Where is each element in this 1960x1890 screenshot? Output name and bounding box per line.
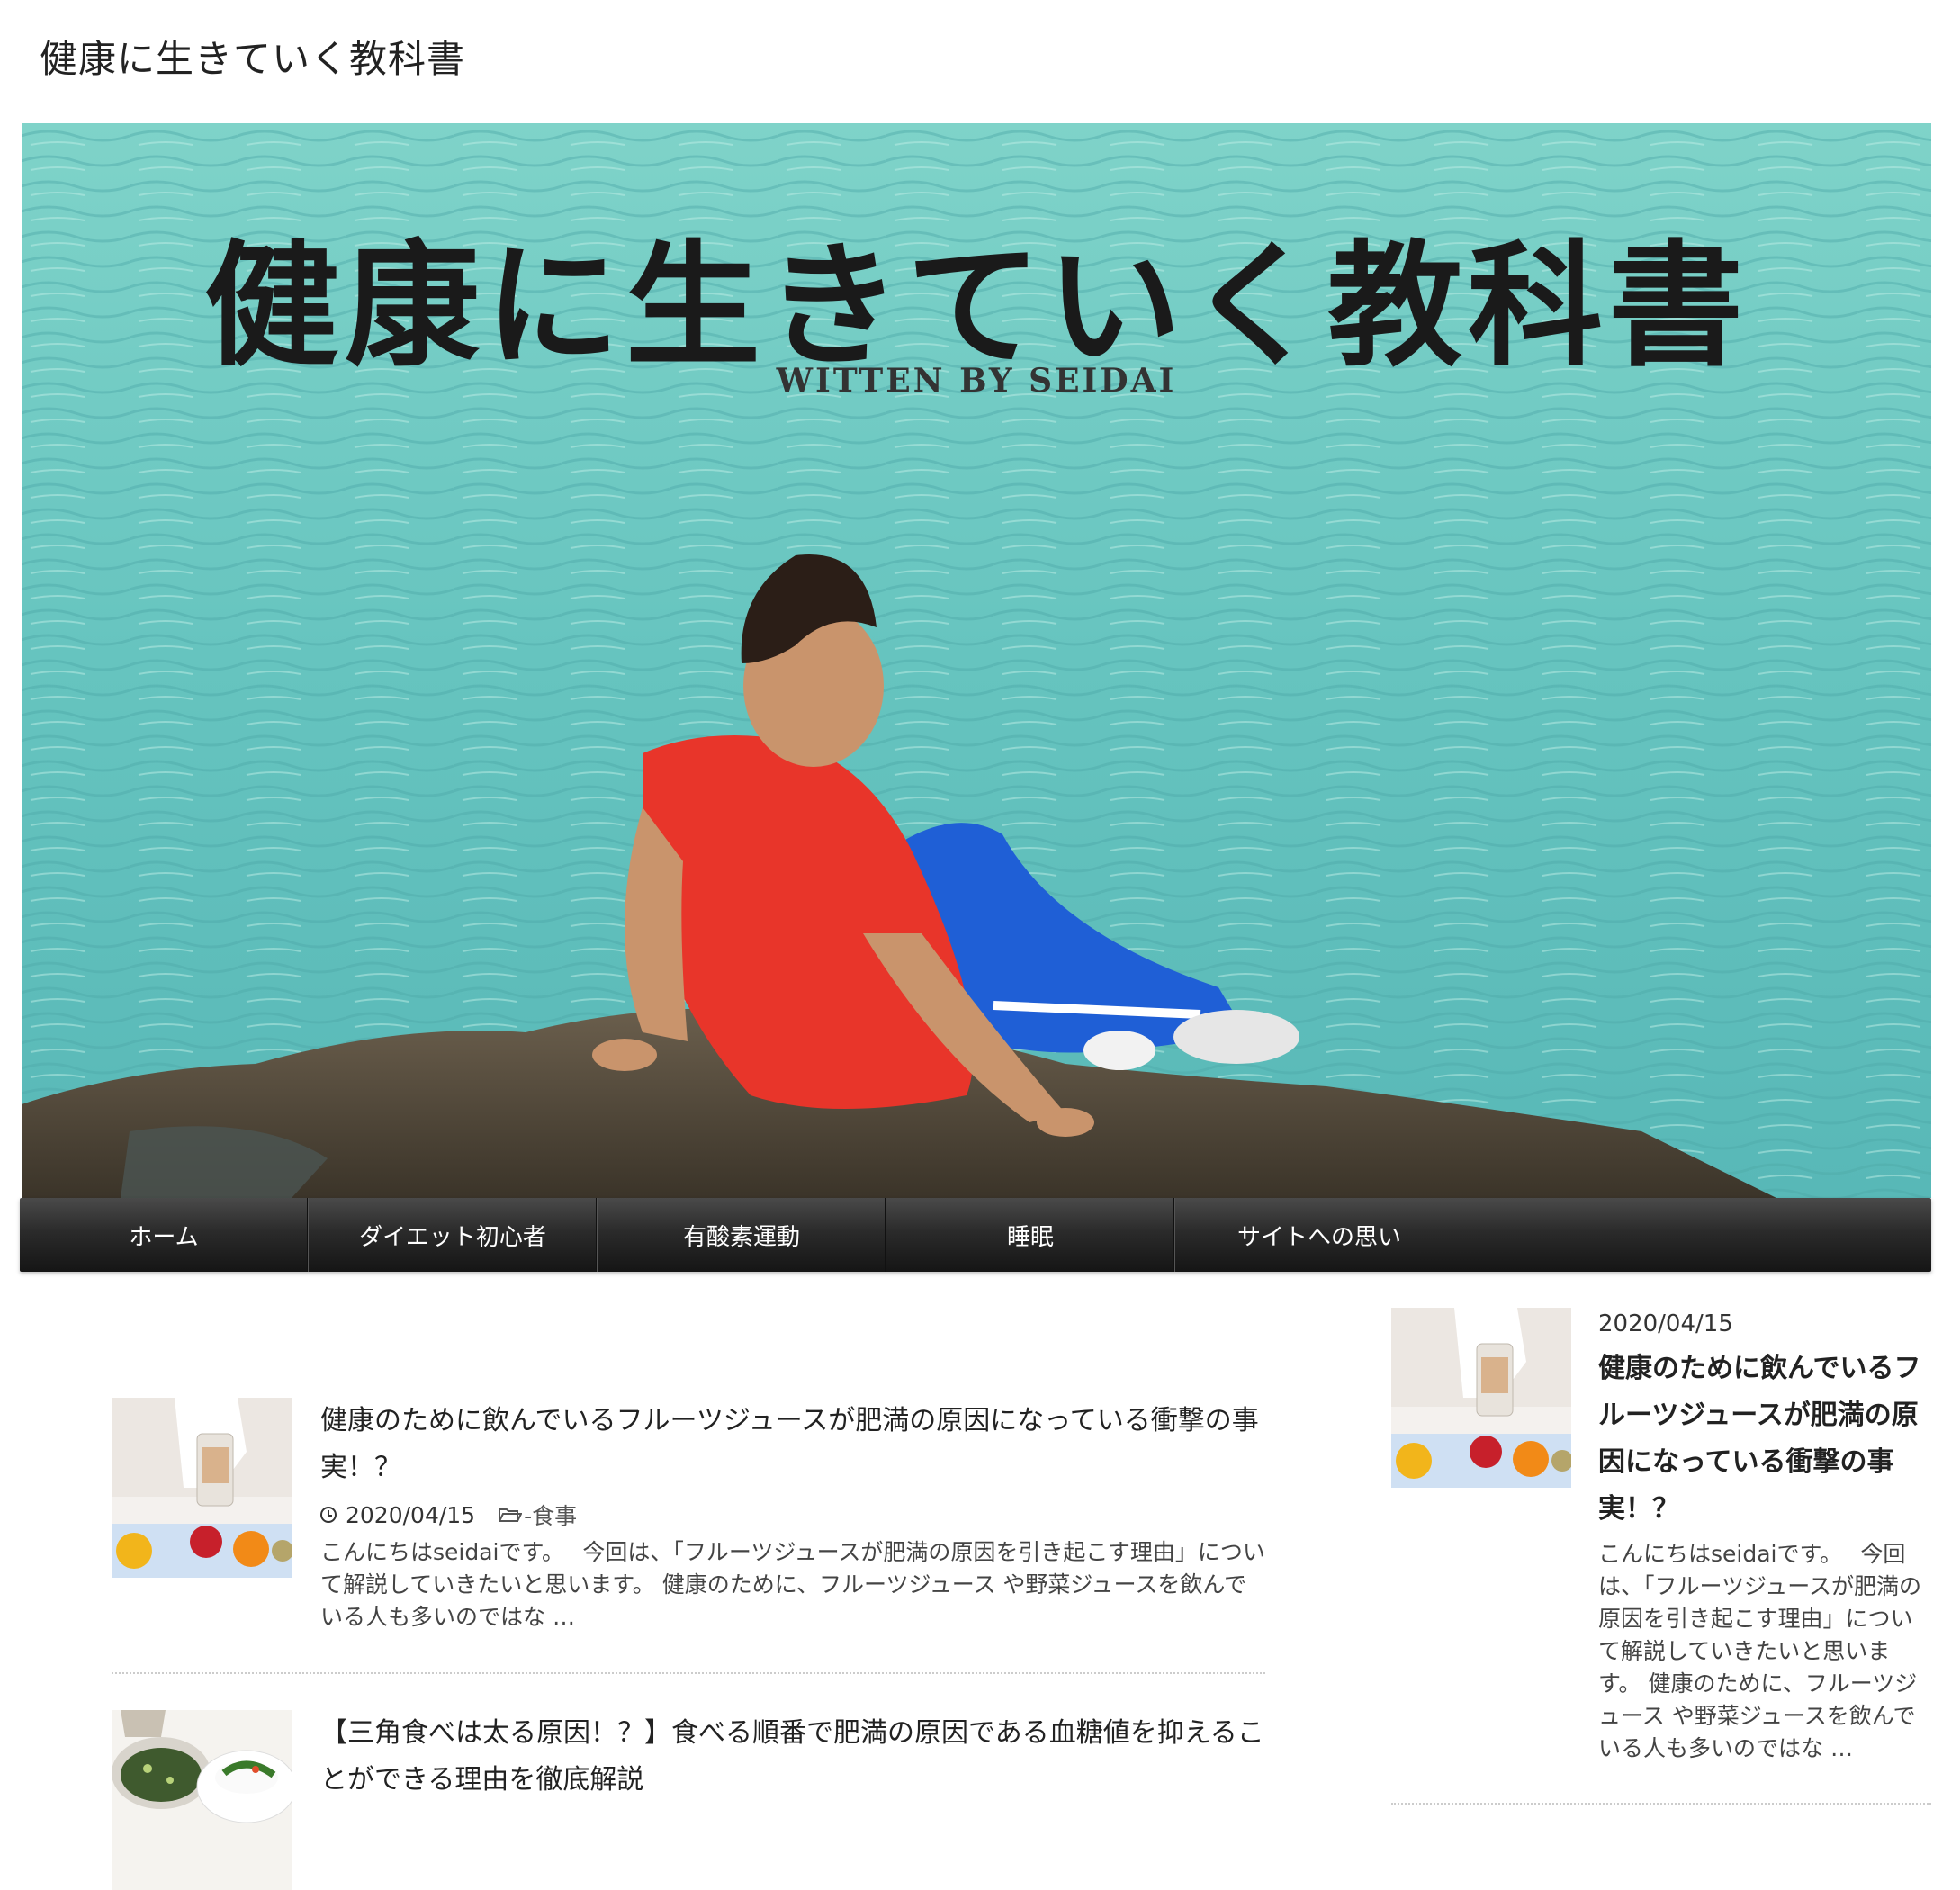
- sidebar-post-thumbnail[interactable]: [1391, 1308, 1571, 1488]
- post-item: 【三角食べは太る原因！？】食べる順番で肥満の原因である血糖値を抑えることができる…: [112, 1710, 1265, 1890]
- post-item: 健康のために飲んでいるフルーツジュースが肥満の原因になっている衝撃の事実！？ 2…: [112, 1398, 1265, 1674]
- clock-icon: [320, 1507, 337, 1523]
- sidebar-post-title[interactable]: 健康のために飲んでいるフルーツジュースが肥満の原因になっている衝撃の事実！？: [1598, 1346, 1931, 1533]
- main-nav: ホーム ダイエット初心者 有酸素運動 睡眠 サイトへの思い: [20, 1198, 1931, 1272]
- post-title[interactable]: 【三角食べは太る原因！？】食べる順番で肥満の原因である血糖値を抑えることができる…: [320, 1710, 1265, 1804]
- sidebar-divider: [1391, 1803, 1931, 1804]
- nav-item-about[interactable]: サイトへの思い: [1175, 1198, 1463, 1272]
- post-body: 【三角食べは太る原因！？】食べる順番で肥満の原因である血糖値を抑えることができる…: [320, 1710, 1265, 1804]
- site-header: 健康に生きていく教科書: [40, 32, 465, 86]
- sidebar-post-excerpt: こんにちはseidaiです。 今回は、「フルーツジュースが肥満の原因を引き起こす…: [1598, 1541, 1922, 1761]
- sidebar-post-body: 2020/04/15 健康のために飲んでいるフルーツジュースが肥満の原因になって…: [1598, 1308, 1931, 1765]
- hero-byline: WITTEN BY SEIDAI: [776, 362, 1177, 400]
- sidebar-post-date: 2020/04/15: [1598, 1310, 1733, 1337]
- post-date: 2020/04/15: [320, 1502, 475, 1528]
- post-title[interactable]: 健康のために飲んでいるフルーツジュースが肥満の原因になっている衝撃の事実！？: [320, 1398, 1265, 1491]
- post-category-text: -食事: [524, 1503, 578, 1529]
- nav-item-sleep[interactable]: 睡眠: [886, 1198, 1175, 1272]
- nav-item-aerobic[interactable]: 有酸素運動: [598, 1198, 886, 1272]
- post-date-text: 2020/04/15: [346, 1501, 476, 1528]
- post-category[interactable]: -食事: [499, 1498, 577, 1531]
- post-thumbnail[interactable]: [112, 1710, 292, 1890]
- post-body: 健康のために飲んでいるフルーツジュースが肥満の原因になっている衝撃の事実！？ 2…: [320, 1398, 1265, 1634]
- folder-icon: [499, 1508, 523, 1522]
- post-meta: 2020/04/15 -食事: [320, 1498, 1265, 1531]
- site-title[interactable]: 健康に生きていく教科書: [40, 32, 465, 86]
- post-thumbnail[interactable]: [112, 1398, 292, 1578]
- hero-banner: 健康に生きていく教科書 WITTEN BY SEIDAI: [22, 123, 1931, 1198]
- nav-item-diet-beginner[interactable]: ダイエット初心者: [309, 1198, 598, 1272]
- hero-image: 健康に生きていく教科書 WITTEN BY SEIDAI: [22, 123, 1931, 1198]
- post-excerpt: こんにちはseidaiです。 今回は、「フルーツジュースが肥満の原因を引き起こす…: [320, 1539, 1265, 1630]
- nav-item-home[interactable]: ホーム: [20, 1198, 309, 1272]
